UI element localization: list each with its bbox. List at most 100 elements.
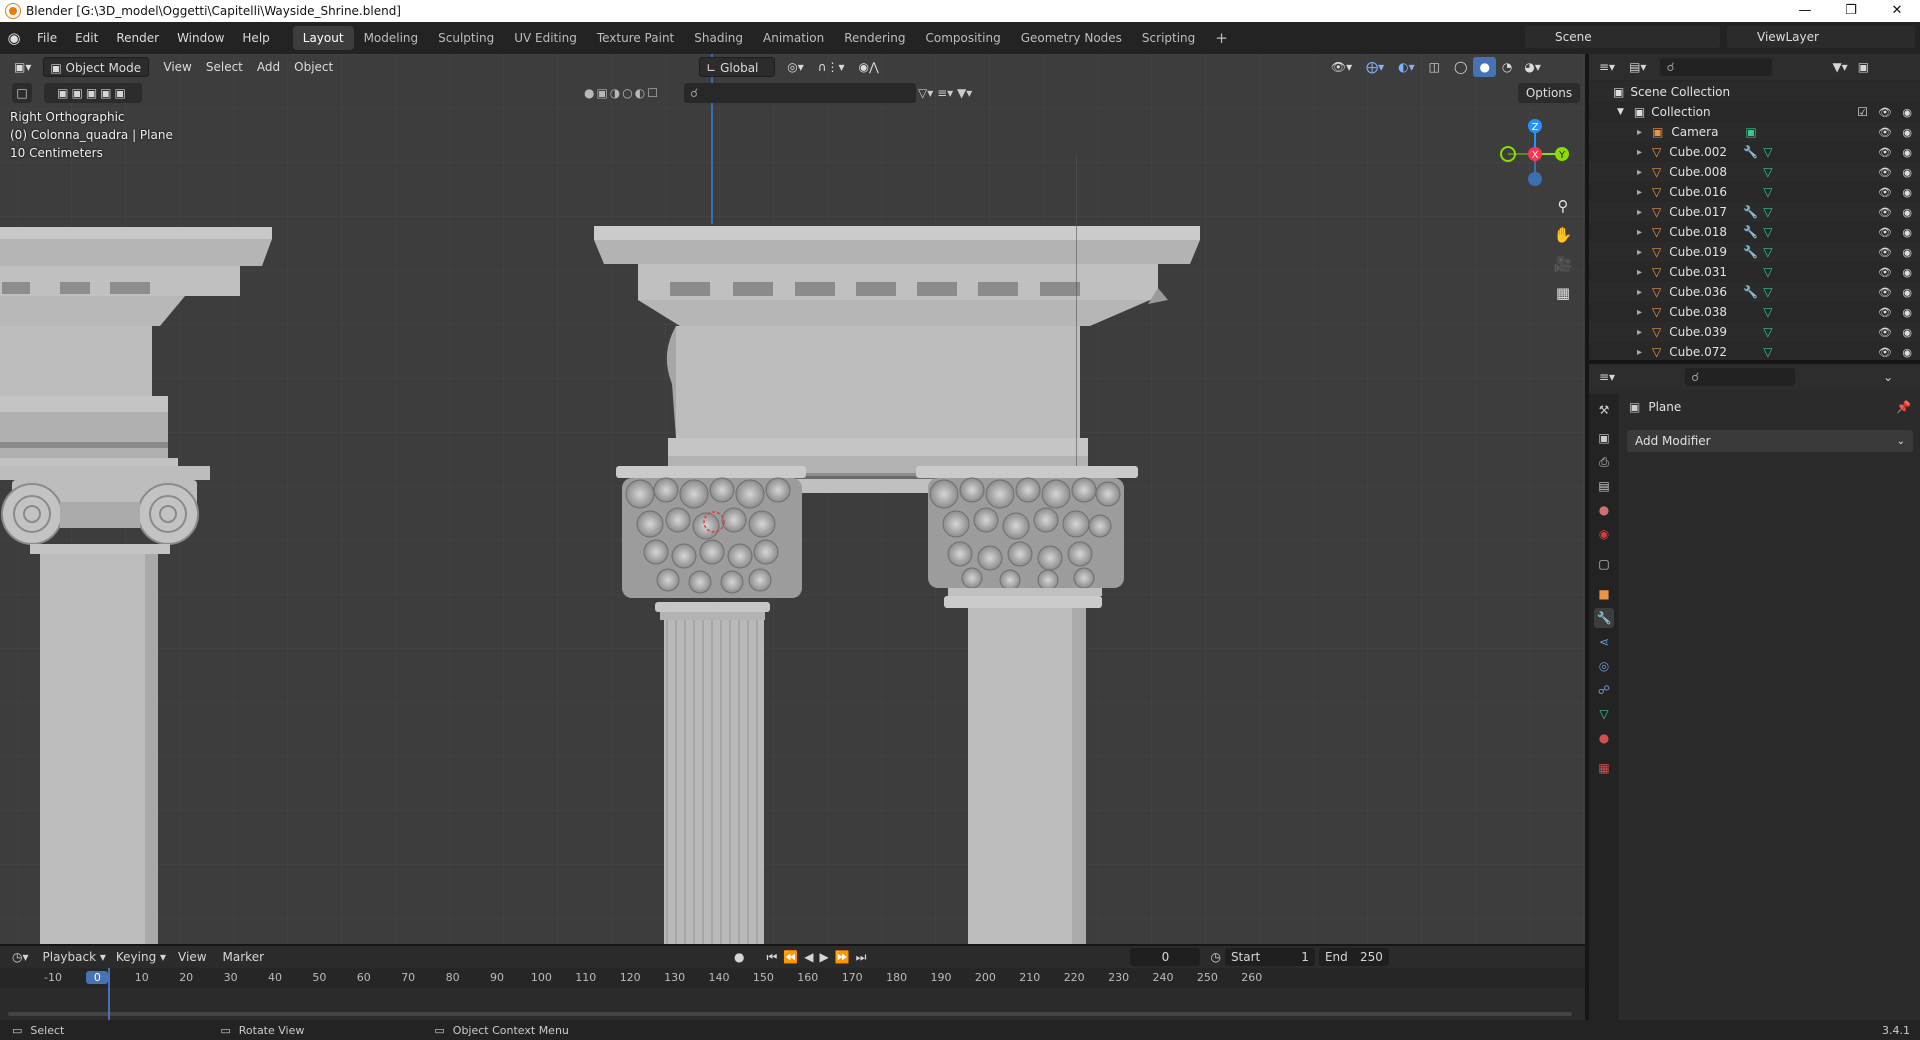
tab-texture-paint[interactable]: Texture Paint — [587, 26, 684, 50]
modifier-wrench-icon[interactable]: 🔧 — [1743, 285, 1761, 299]
current-frame-field[interactable]: 0 — [1130, 948, 1201, 966]
output-tab-icon[interactable]: ⎙ — [1594, 452, 1614, 472]
start-frame-field[interactable]: Start 1 — [1224, 948, 1315, 966]
scene-selector[interactable]: Scene — [1525, 26, 1720, 48]
modifier-wrench-icon[interactable]: 🔧 — [1743, 145, 1761, 159]
menu-help[interactable]: Help — [233, 22, 278, 54]
add-modifier-button[interactable]: Add Modifier ⌄ — [1627, 430, 1913, 452]
outliner-item[interactable]: ▸ ▽ Cube.002 🔧 ▽ 👁 ◉ — [1589, 142, 1920, 162]
outliner-search-input[interactable]: ☌ — [1660, 58, 1773, 76]
physics-tab-icon[interactable]: ◎ — [1594, 656, 1614, 676]
outliner-item[interactable]: ▸ ▽ Cube.019 🔧 ▽ 👁 ◉ — [1589, 242, 1920, 262]
render-camera-icon[interactable]: ◉ — [1902, 266, 1912, 279]
menu-file[interactable]: File — [28, 22, 66, 54]
perspective-toggle-icon[interactable]: ▦ — [1550, 280, 1576, 306]
mesh-data-icon[interactable]: ▽ — [1763, 165, 1772, 179]
outliner-item[interactable]: ▸ ▣ Camera ▣ 👁 ◉ — [1589, 122, 1920, 142]
viewport-menu-object[interactable]: Object — [288, 57, 339, 77]
visibility-eye-icon[interactable]: 👁 — [1878, 326, 1892, 339]
proportional-edit-icon[interactable]: ◉⋀ — [853, 57, 885, 77]
scene-collection-row[interactable]: ▣ Scene Collection — [1589, 82, 1920, 102]
camera-view-icon[interactable]: 🎥 — [1550, 251, 1576, 277]
add-workspace-icon[interactable]: + — [1205, 26, 1238, 50]
render-camera-icon[interactable]: ◉ — [1902, 246, 1912, 259]
render-camera-icon[interactable]: ◉ — [1902, 226, 1912, 239]
filter-icons[interactable]: ▽▾ ≡▾ ▼▾ — [918, 83, 998, 103]
xray-toggle-icon[interactable]: ◫ — [1423, 57, 1446, 77]
display-mode-icon[interactable]: ▤▾ — [1629, 60, 1646, 74]
tab-rendering[interactable]: Rendering — [834, 26, 915, 50]
properties-options-icon[interactable]: ⌄ — [1883, 370, 1893, 384]
texture-tab-icon[interactable]: ▦ — [1594, 758, 1614, 778]
visibility-eye-icon[interactable]: 👁 — [1878, 246, 1892, 259]
preview-range-icon[interactable]: ◷ — [1210, 950, 1220, 964]
expand-arrow-icon[interactable]: ▸ — [1637, 167, 1642, 178]
mesh-data-icon[interactable]: ▽ — [1763, 305, 1772, 319]
expand-arrow-icon[interactable]: ▸ — [1637, 187, 1642, 198]
modifier-wrench-icon[interactable]: 🔧 — [1743, 245, 1761, 259]
collection-checkbox[interactable]: ☑ — [1857, 105, 1868, 119]
menu-edit[interactable]: Edit — [66, 22, 107, 54]
visibility-eye-icon[interactable]: 👁 — [1878, 186, 1892, 199]
timeline-menu-marker[interactable]: Marker — [223, 950, 264, 964]
minimize-icon[interactable]: — — [1782, 0, 1828, 22]
expand-arrow-icon[interactable]: ▸ — [1637, 307, 1642, 318]
pan-hand-icon[interactable]: ✋ — [1550, 222, 1576, 248]
visibility-eye-icon[interactable]: 👁 — [1878, 286, 1892, 299]
pin-icon[interactable]: 📌 — [1896, 400, 1911, 414]
visibility-eye-icon[interactable]: 👁 — [1878, 166, 1892, 179]
timeline-menu-keying[interactable]: Keying ▾ — [116, 950, 166, 964]
visibility-eye-icon[interactable]: 👁 — [1878, 346, 1892, 359]
visibility-eye-icon[interactable]: 👁 — [1878, 266, 1892, 279]
expand-arrow-icon[interactable]: ▸ — [1637, 327, 1642, 338]
view-layer-tab-icon[interactable]: ▤ — [1594, 476, 1614, 496]
snap-icon[interactable]: ∩⋮▾ — [812, 57, 851, 77]
scene-tab-icon[interactable]: ● — [1594, 500, 1614, 520]
render-camera-icon[interactable]: ◉ — [1902, 326, 1912, 339]
mesh-data-icon[interactable]: ▽ — [1763, 285, 1772, 299]
mesh-data-icon[interactable]: ▽ — [1763, 265, 1772, 279]
outliner-item[interactable]: ▸ ▽ Cube.017 🔧 ▽ 👁 ◉ — [1589, 202, 1920, 222]
material-tab-icon[interactable]: ● — [1594, 728, 1614, 748]
object-filter-icons[interactable]: ●▣◑○◐☐ — [562, 83, 682, 103]
blender-menu-icon[interactable]: ◉ — [0, 29, 28, 47]
visibility-eye-icon[interactable]: 👁 — [1878, 146, 1892, 159]
expand-arrow-icon[interactable]: ▸ — [1637, 227, 1642, 238]
transform-orientation-select[interactable]: ∟ Global — [699, 57, 776, 77]
visibility-eye-icon[interactable]: 👁 — [1878, 106, 1892, 119]
outliner-editor-type-icon[interactable]: ≡▾ — [1599, 60, 1615, 74]
expand-arrow-icon[interactable]: ▸ — [1637, 207, 1642, 218]
collection-row[interactable]: ▼ ▣ Collection ☑ 👁 ◉ — [1589, 102, 1920, 122]
outliner-item[interactable]: ▸ ▽ Cube.039 ▽ 👁 ◉ — [1589, 322, 1920, 342]
mesh-data-icon[interactable]: ▽ — [1763, 145, 1772, 159]
expand-arrow-icon[interactable]: ▸ — [1637, 287, 1642, 298]
outliner-item[interactable]: ▸ ▽ Cube.031 ▽ 👁 ◉ — [1589, 262, 1920, 282]
tab-compositing[interactable]: Compositing — [915, 26, 1010, 50]
expand-arrow-icon[interactable]: ▸ — [1637, 127, 1642, 138]
render-camera-icon[interactable]: ◉ — [1902, 286, 1912, 299]
gizmo-toggle-icon[interactable]: ⨁▾ — [1360, 57, 1390, 77]
render-camera-icon[interactable]: ◉ — [1902, 126, 1912, 139]
mesh-data-icon[interactable]: ▽ — [1763, 205, 1772, 219]
tab-modeling[interactable]: Modeling — [354, 26, 429, 50]
viewport-menu-view[interactable]: View — [157, 57, 197, 77]
outliner-item[interactable]: ▸ ▽ Cube.038 ▽ 👁 ◉ — [1589, 302, 1920, 322]
mesh-data-icon[interactable]: ▽ — [1763, 225, 1772, 239]
render-camera-icon[interactable]: ◉ — [1902, 166, 1912, 179]
particles-tab-icon[interactable]: ⋖ — [1594, 632, 1614, 652]
outliner-item[interactable]: ▸ ▽ Cube.072 ▽ 👁 ◉ — [1589, 342, 1920, 362]
tab-animation[interactable]: Animation — [753, 26, 834, 50]
visibility-icon[interactable]: 👁▾ — [1325, 57, 1358, 77]
playhead-line[interactable] — [108, 968, 110, 1020]
outliner-item[interactable]: ▸ ▽ Cube.036 🔧 ▽ 👁 ◉ — [1589, 282, 1920, 302]
expand-arrow-icon[interactable]: ▸ — [1637, 147, 1642, 158]
editor-type-icon[interactable]: ▣▾ — [8, 57, 37, 77]
expand-arrow-icon[interactable]: ▸ — [1637, 247, 1642, 258]
camera-data-icon[interactable]: ▣ — [1745, 125, 1756, 139]
maximize-icon[interactable]: ❐ — [1828, 0, 1874, 22]
collection-tab-icon[interactable]: ▢ — [1594, 554, 1614, 574]
material-shading-icon[interactable]: ◔ — [1496, 57, 1518, 77]
viewport-scene[interactable] — [0, 54, 1585, 944]
world-tab-icon[interactable]: ◉ — [1594, 524, 1614, 544]
object-tab-icon[interactable]: ■ — [1594, 584, 1614, 604]
